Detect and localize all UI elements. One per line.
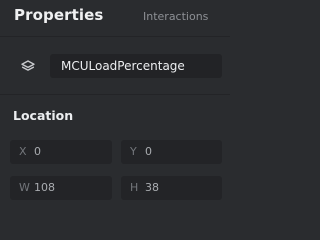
properties-panel: Properties Interactions MCULoadPercentag… (0, 0, 230, 206)
x-label: X (19, 145, 27, 158)
y-position-input[interactable]: Y 0 (121, 140, 222, 164)
component-name-field[interactable]: MCULoadPercentage (50, 54, 222, 78)
section-divider (0, 94, 230, 95)
tab-properties[interactable]: Properties (14, 6, 103, 24)
y-label: Y (130, 145, 137, 158)
x-value: 0 (34, 145, 41, 158)
h-value: 38 (145, 181, 159, 194)
layers-icon (21, 60, 35, 71)
tabs-divider (0, 36, 230, 37)
height-input[interactable]: H 38 (121, 176, 222, 200)
h-label: H (130, 181, 139, 194)
tab-interactions[interactable]: Interactions (143, 10, 208, 23)
panel-tabs: Properties Interactions (0, 0, 230, 36)
w-label: W (19, 181, 30, 194)
width-input[interactable]: W 108 (10, 176, 112, 200)
y-value: 0 (145, 145, 152, 158)
x-position-input[interactable]: X 0 (10, 140, 112, 164)
w-value: 108 (34, 181, 55, 194)
location-section-title: Location (13, 108, 74, 123)
